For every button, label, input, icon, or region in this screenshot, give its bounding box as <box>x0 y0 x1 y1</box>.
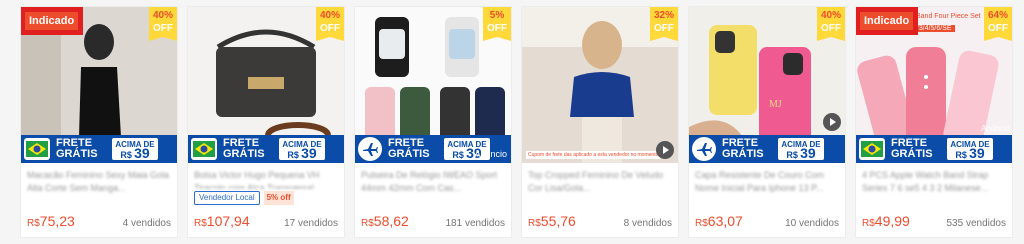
sold-count: 181 vendidos <box>445 218 506 229</box>
product-card[interactable]: 5% OFF FRETE GRÁTIS ACIMA DE R$ 39 Anúncio … <box>354 6 512 238</box>
airplane-icon <box>358 137 382 161</box>
product-title[interactable]: Macacão Feminino Sexy Maia Gola Alta Cor… <box>27 169 171 195</box>
product-price: R$63,07 <box>695 213 743 229</box>
product-image[interactable]: MJ 40% OFF FRETE GRÁTIS ACIMA DE R$ 39 <box>689 7 845 163</box>
free-shipping-threshold: ACIMA DE R$ 39 <box>778 138 824 160</box>
discount-badge: 5% OFF <box>483 7 511 41</box>
free-shipping-threshold: ACIMA DE R$ 39 <box>112 138 158 160</box>
sold-count: 4 vendidos <box>122 218 171 229</box>
local-seller-tag: Vendedor Local <box>194 191 260 205</box>
airplane-icon <box>692 137 716 161</box>
free-shipping-text: FRETE GRÁTIS <box>388 137 430 160</box>
discount-badge: 40% OFF <box>149 7 177 41</box>
sold-count: 8 vendidos <box>623 218 672 229</box>
free-shipping-text: FRETE GRÁTIS <box>722 137 764 160</box>
product-price: R$55,76 <box>528 213 576 229</box>
free-shipping-text: FRETE GRÁTIS <box>891 137 933 160</box>
product-top-caption-2: 2/3/4/5/6/SE <box>910 25 955 32</box>
discount-badge: 40% OFF <box>817 7 845 41</box>
product-card[interactable]: MJ 40% OFF FRETE GRÁTIS ACIMA DE R$ 39 Capa… <box>688 6 846 238</box>
product-price: R$75,23 <box>27 213 75 229</box>
product-title[interactable]: Bolsa Victor Hugo Pequena VH Tiracolo co… <box>194 169 338 189</box>
sold-count: 535 vendidos <box>946 218 1007 229</box>
sold-count: 17 vendidos <box>284 218 338 229</box>
product-price: R$49,99 <box>862 213 910 229</box>
product-card[interactable]: 32% OFF Cupom de frete das aplicado a est… <box>521 6 679 238</box>
free-shipping-text: FRETE GRÁTIS <box>56 137 98 160</box>
product-grid-row: 40% OFF Indicado FRETE GRÁTIS ACIMA DE R$ 3… <box>20 6 1013 238</box>
product-title[interactable]: 4 PCS Apple Watch Band Strap Series 7 6 … <box>862 169 1006 195</box>
free-shipping-threshold: ACIMA DE R$ 39 <box>947 138 993 160</box>
indicado-badge: Indicado <box>21 7 84 35</box>
svg-text:MJ: MJ <box>769 99 782 110</box>
play-video-icon[interactable] <box>656 141 674 159</box>
product-card[interactable]: 40% OFF FRETE GRÁTIS ACIMA DE R$ 39 Bolsa V… <box>187 6 345 238</box>
product-image[interactable]: 40% OFF Indicado FRETE GRÁTIS ACIMA DE R$ 3… <box>21 7 177 163</box>
play-video-icon[interactable] <box>823 113 841 131</box>
product-title[interactable]: Capa Resistente De Couro Com Nome Inicia… <box>695 169 839 195</box>
product-top-caption: Band Four Piece Set <box>916 13 981 20</box>
product-price: R$58,62 <box>361 213 409 229</box>
coupon-note: Cupom de frete das aplicado a esta vende… <box>526 151 661 159</box>
product-image[interactable]: 32% OFF Cupom de frete das aplicado a est… <box>522 7 678 163</box>
brazil-flag-icon <box>24 138 50 160</box>
ad-label: Anúncio <box>474 149 507 159</box>
ad-label: Anúncio <box>981 124 1010 133</box>
product-card[interactable]: 64% OFF Band Four Piece Set 2/3/4/5/6/SE … <box>855 6 1013 238</box>
brazil-flag-icon <box>859 138 885 160</box>
brazil-flag-icon <box>191 138 217 160</box>
product-title[interactable]: Pulseira De Relógio IWEAO Sport 44mm 42m… <box>361 169 505 195</box>
free-shipping-banner: FRETE GRÁTIS ACIMA DE R$ 39 <box>856 135 1012 163</box>
discount-badge: 40% OFF <box>316 7 344 41</box>
sold-count: 10 vendidos <box>785 218 839 229</box>
indicado-badge: Indicado <box>856 7 919 35</box>
discount-badge: 32% OFF <box>650 7 678 41</box>
product-image[interactable]: 64% OFF Band Four Piece Set 2/3/4/5/6/SE … <box>856 7 1012 163</box>
coupon-tag: 5% off <box>263 191 294 205</box>
free-shipping-text: FRETE GRÁTIS <box>223 137 265 160</box>
free-shipping-banner: FRETE GRÁTIS ACIMA DE R$ 39 <box>188 135 344 163</box>
product-title[interactable]: Top Cropped Feminino De Veludo Cor Lisa/… <box>528 169 672 195</box>
product-card[interactable]: 40% OFF Indicado FRETE GRÁTIS ACIMA DE R$ 3… <box>20 6 178 238</box>
product-image[interactable]: 40% OFF FRETE GRÁTIS ACIMA DE R$ 39 <box>188 7 344 163</box>
free-shipping-banner: FRETE GRÁTIS ACIMA DE R$ 39 <box>21 135 177 163</box>
discount-badge: 64% OFF <box>984 7 1012 41</box>
product-price: R$107,94 <box>194 213 250 229</box>
free-shipping-banner: FRETE GRÁTIS ACIMA DE R$ 39 <box>689 135 845 163</box>
product-image[interactable]: 5% OFF FRETE GRÁTIS ACIMA DE R$ 39 Anúncio <box>355 7 511 163</box>
free-shipping-threshold: ACIMA DE R$ 39 <box>279 138 325 160</box>
